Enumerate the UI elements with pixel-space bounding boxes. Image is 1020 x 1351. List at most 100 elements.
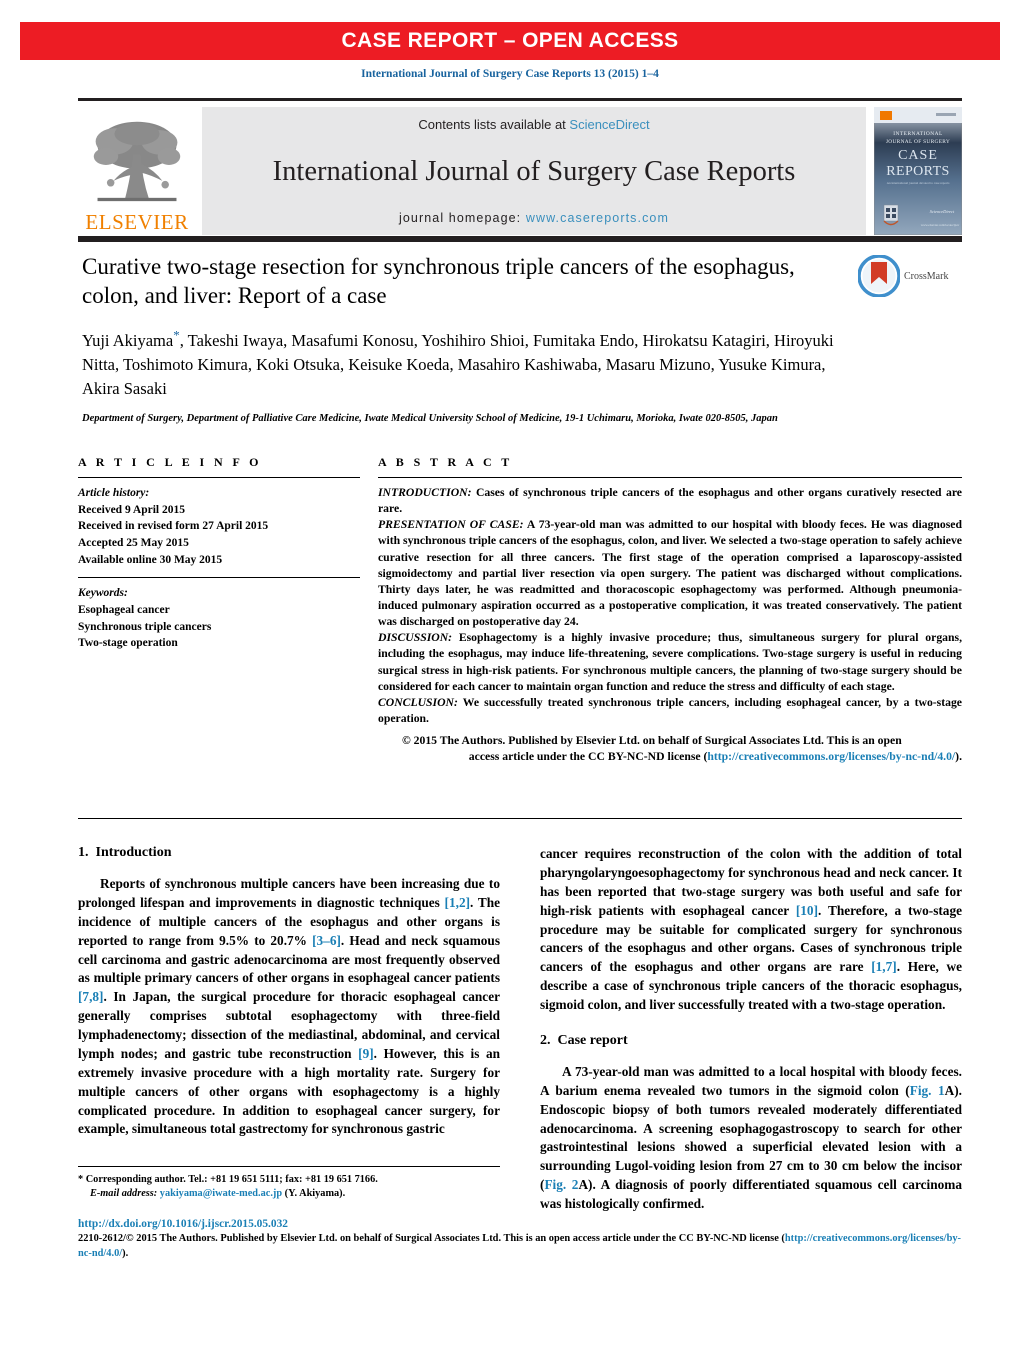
keyword-item: Two-stage operation [78,637,178,650]
contents-prefix: Contents lists available at [418,117,570,132]
abstract-text-presentation: A 73-year-old man was admitted to our ho… [378,518,962,629]
homepage-prefix: journal homepage: [399,211,526,225]
email-link[interactable]: yakiyama@iwate-med.ac.jp [160,1188,282,1199]
svg-text:REPORTS: REPORTS [886,164,949,179]
abstract-lead-discussion: DISCUSSION: [378,631,453,645]
svg-text:ScienceDirect: ScienceDirect [930,209,955,214]
journal-band: Contents lists available at ScienceDirec… [202,107,866,235]
footnote-corresponding-text: Corresponding author. Tel.: +81 19 651 5… [85,1174,378,1185]
section-title-introduction: Introduction [95,845,172,860]
article-history-received: Received 9 April 2015 [78,503,185,516]
abstract-bottom-rule [78,818,962,819]
journal-title: International Journal of Surgery Case Re… [272,155,796,187]
svg-text:An international journal devot: An international journal devoted to case… [887,181,951,185]
figure-ref-2[interactable]: Fig. 2 [544,1177,578,1192]
email-suffix: (Y. Akiyama). [284,1188,346,1200]
svg-text:JOURNAL OF SURGERY: JOURNAL OF SURGERY [886,139,950,145]
abstract-lead-introduction: INTRODUCTION: [378,486,472,499]
homepage-url-link[interactable]: www.casereports.com [526,211,669,225]
doi-link[interactable]: http://dx.doi.org/10.1016/j.ijscr.2015.0… [78,1218,962,1230]
article-body: 1. Introduction Reports of synchronous mu… [78,845,962,1214]
page-footer: http://dx.doi.org/10.1016/j.ijscr.2015.0… [78,1218,962,1262]
journal-homepage-line: journal homepage: www.casereports.com [399,211,669,225]
issn-text-1: 2210-2612/© 2015 The Authors. Published … [78,1233,785,1244]
abstract-rule [378,477,962,478]
svg-text:www.elsevier.com/locate/ijscr: www.elsevier.com/locate/ijscr [921,223,960,227]
author-names: Yuji Akiyama*, Takeshi Iwaya, Masafumi K… [82,327,834,399]
abstract-section-presentation: PRESENTATION OF CASE: A 73-year-old man … [378,517,962,630]
abstract-heading: A B S T R A C T [378,455,513,469]
keyword-item: Esophageal cancer [78,604,170,617]
svg-text:CASE: CASE [898,148,938,163]
journal-masthead: ELSEVIER Contents lists available at Sci… [78,98,962,235]
article-history-online: Available online 30 May 2015 [78,553,223,566]
case-text-1: A 73-year-old man was admitted to a loca… [540,1063,962,1098]
abstract-copyright-line-2: access article under the CC BY-NC-ND lic… [378,749,962,765]
svg-text:INTERNATIONAL: INTERNATIONAL [893,131,943,137]
crossmark-icon [858,255,900,297]
elsevier-tree-icon [93,121,181,202]
article-history-accepted: Accepted 25 May 2015 [78,537,189,550]
corresponding-author-marker[interactable]: * [173,328,180,343]
open-access-banner: CASE REPORT – OPEN ACCESS [20,22,1000,60]
abstract-section-conclusion: CONCLUSION: We successfully treated sync… [378,695,962,727]
abstract-license-suffix: ). [955,750,962,764]
citation-ref-3-6[interactable]: [3–6] [312,933,341,948]
citation-ref-10[interactable]: [10] [796,903,818,918]
section-heading-introduction: 1. Introduction [78,845,500,861]
issn-copyright-line: 2210-2612/© 2015 The Authors. Published … [78,1232,962,1262]
body-column-right: cancer requires reconstruction of the co… [540,845,962,1214]
keyword-item: Synchronous triple cancers [78,620,212,633]
abstract-lead-conclusion: CONCLUSION: [378,695,458,709]
crossmark-label: CrossMark [904,270,949,282]
keywords-label: Keywords: [78,587,128,600]
citation-ref-7-8[interactable]: [7,8] [78,989,103,1004]
abstract-license-link[interactable]: http://creativecommons.org/licenses/by-n… [707,750,955,763]
citation-ref-9[interactable]: [9] [358,1046,374,1061]
journal-citation-line: International Journal of Surgery Case Re… [361,68,659,80]
journal-cover-image: INTERNATIONAL JOURNAL OF SURGERY CASE RE… [874,107,962,235]
corresponding-author-footnote: * Corresponding author. Tel.: +81 19 651… [78,1166,500,1202]
paragraph-introduction: Reports of synchronous multiple cancers … [78,875,500,1139]
footnote-email-line: E-mail address: yakiyama@iwate-med.ac.jp… [78,1187,500,1201]
section-heading-case-report: 2. Case report [540,1033,962,1049]
body-column-left: 1. Introduction Reports of synchronous mu… [78,845,500,1214]
case-text-2: A). Endoscopic biopsy of both tumors rev… [540,1082,962,1193]
footnote-corresponding-line: * Corresponding author. Tel.: +81 19 651… [78,1173,500,1187]
article-info-heading: A R T I C L E I N F O [78,455,262,469]
elsevier-wordmark: ELSEVIER [85,210,189,234]
abstract-section-discussion: DISCUSSION: Esophagectomy is a highly in… [378,630,962,695]
info-abstract-block: A R T I C L E I N F O Article history: R… [78,455,962,765]
figure-ref-1[interactable]: Fig. 1 [910,1083,945,1098]
footnote-marker: * [78,1174,84,1185]
abstract-column: A B S T R A C T INTRODUCTION: Cases of s… [378,455,962,765]
case-text-3: A). A diagnosis of poorly differentiated… [540,1177,962,1211]
abstract-copyright-line-1: © 2015 The Authors. Published by Elsevie… [402,734,902,748]
author-list: Yuji Akiyama*, Takeshi Iwaya, Masafumi K… [82,327,852,401]
citation-ref-1-7[interactable]: [1,7] [871,959,896,974]
issn-text-2: ). [122,1247,129,1259]
paragraph-case-report: A 73-year-old man was admitted to a loca… [540,1063,962,1214]
section-number-case-report: 2. [540,1032,551,1048]
section-number-introduction: 1. [78,845,89,860]
intro-text-1: Reports of synchronous multiple cancers … [78,876,500,910]
citation-ref-1-2[interactable]: [1,2] [445,895,470,910]
author-affiliation: Department of Surgery, Department of Pal… [82,413,778,425]
article-header: Curative two-stage resection for synchro… [82,252,852,426]
paragraph-introduction-continued: cancer requires reconstruction of the co… [540,845,962,1015]
article-history-label: Article history: [78,487,150,499]
journal-cover-thumbnail: INTERNATIONAL JOURNAL OF SURGERY CASE RE… [874,107,962,235]
sciencedirect-link[interactable]: ScienceDirect [569,117,649,132]
article-info-column: A R T I C L E I N F O Article history: R… [78,455,360,765]
section-title-case-report: Case report [557,1032,628,1048]
elsevier-logo: ELSEVIER [78,107,196,235]
abstract-text-conclusion: We successfully treated synchronous trip… [378,695,962,725]
open-access-banner-text: CASE REPORT – OPEN ACCESS [341,29,679,52]
contents-lists-line: Contents lists available at ScienceDirec… [418,117,649,132]
page-title: Curative two-stage resection for synchro… [82,254,795,309]
crossmark-badge[interactable]: CrossMark [858,252,962,300]
abstract-lead-presentation: PRESENTATION OF CASE: [378,518,524,532]
abstract-section-introduction: INTRODUCTION: Cases of synchronous tripl… [378,485,962,517]
abstract-license-prefix: access article under the CC BY-NC-ND lic… [468,750,708,764]
masthead-bottom-rule [78,236,962,242]
